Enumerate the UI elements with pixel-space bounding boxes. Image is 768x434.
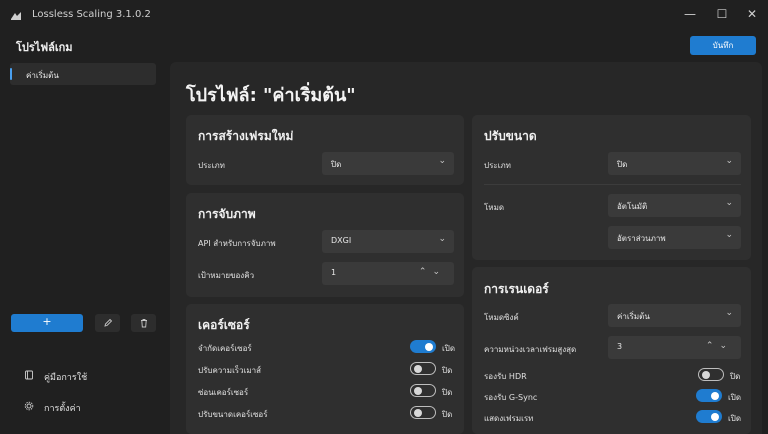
select-value: อัตราส่วนภาพ (617, 234, 666, 243)
scaling-type-label: ประเภท (484, 161, 511, 170)
book-icon (24, 370, 38, 383)
sidebar-link-guide[interactable]: คู่มือการใช้ (24, 370, 87, 384)
scaling-mode-select[interactable]: อัตโนมัติ ⌄ (608, 194, 741, 217)
sidebar-link-label: การตั้งค่า (44, 404, 81, 414)
chevron-down-icon: ⌄ (725, 156, 733, 166)
stepper-arrows-icon[interactable]: ⌃⌄ (419, 267, 446, 277)
maximize-button[interactable]: ☐ (708, 4, 736, 24)
stepper-value: 1 (331, 268, 337, 277)
frame-gen-type-select[interactable]: ปิด ⌄ (322, 152, 454, 175)
delete-profile-button[interactable] (131, 314, 156, 332)
selection-indicator (10, 68, 12, 80)
scaling-mode-label: โหมด (484, 203, 505, 212)
edit-profile-button[interactable] (95, 314, 120, 332)
chevron-down-icon: ⌄ (725, 198, 733, 208)
gear-icon (24, 401, 38, 414)
toggle-state: เปิด (442, 344, 456, 353)
sync-mode-label: โหมดซิงค์ (484, 313, 519, 322)
select-value: ปิด (331, 160, 342, 169)
toggle-knob (425, 342, 433, 351)
clip-cursor-toggle[interactable] (410, 340, 436, 353)
stepper-arrows-icon[interactable]: ⌃⌄ (706, 341, 733, 351)
toggle-state: ปิด (442, 366, 453, 375)
chevron-down-icon: ⌄ (725, 230, 733, 240)
page-title: โปรไฟล์: "ค่าเริ่มต้น" (186, 85, 356, 106)
adjust-mouse-speed-label: ปรับความเร็วเมาส์ (198, 366, 261, 375)
scaling-type-select[interactable]: ปิด ⌄ (608, 152, 741, 175)
toggle-state: ปิด (442, 410, 453, 419)
toggle-knob (414, 364, 422, 373)
hdr-support-label: รองรับ HDR (484, 372, 527, 381)
select-value: ปิด (617, 160, 628, 169)
divider (484, 184, 741, 185)
sidebar-link-label: คู่มือการใช้ (44, 373, 88, 383)
toggle-knob (414, 386, 422, 395)
toggle-state: ปิด (442, 388, 453, 397)
app-logo-icon (11, 12, 21, 20)
aspect-ratio-select[interactable]: อัตราส่วนภาพ ⌄ (608, 226, 741, 249)
adjust-mouse-speed-toggle[interactable] (410, 362, 436, 375)
toggle-knob (702, 370, 710, 379)
profile-label: ค่าเริ่มต้น (26, 71, 59, 80)
queue-target-label: เป้าหมายของคิว (198, 271, 255, 280)
frame-generation-title: การสร้างเฟรมใหม่ (198, 129, 294, 143)
show-framerate-toggle[interactable] (696, 410, 722, 423)
show-framerate-label: แสดงเฟรมเรท (484, 414, 534, 423)
capture-api-label: API สำหรับการจับภาพ (198, 239, 276, 248)
frame-gen-type-label: ประเภท (198, 161, 225, 170)
profile-item-default[interactable]: ค่าเริ่มต้น (10, 63, 156, 85)
hide-cursor-label: ซ่อนเคอร์เซอร์ (198, 388, 249, 397)
queue-target-stepper[interactable]: 1 ⌃⌄ (322, 262, 454, 285)
sync-mode-select[interactable]: ค่าเริ่มต้น ⌄ (608, 304, 741, 327)
sidebar-link-settings[interactable]: การตั้งค่า (24, 401, 81, 415)
toggle-knob (711, 391, 719, 400)
chevron-down-icon: ⌄ (725, 308, 733, 318)
add-profile-button[interactable]: + (11, 314, 83, 332)
close-button[interactable]: ✕ (738, 4, 766, 24)
clip-cursor-label: จำกัดเคอร์เซอร์ (198, 344, 252, 353)
toggle-state: เปิด (728, 414, 742, 423)
gsync-support-label: รองรับ G-Sync (484, 393, 538, 402)
section-title: โปรไฟล์เกม (16, 41, 73, 54)
select-value: ค่าเริ่มต้น (617, 312, 650, 321)
toggle-state: ปิด (730, 372, 741, 381)
minimize-button[interactable]: — (676, 4, 704, 24)
scale-cursor-label: ปรับขนาดเคอร์เซอร์ (198, 410, 268, 419)
select-value: อัตโนมัติ (617, 202, 648, 211)
trash-icon (140, 319, 147, 328)
toggle-knob (711, 412, 719, 421)
stepper-value: 3 (617, 342, 623, 351)
scaling-title: ปรับขนาด (484, 129, 537, 143)
save-button[interactable]: บันทึก (690, 36, 756, 55)
cursor-title: เคอร์เซอร์ (198, 318, 250, 332)
pencil-icon (103, 318, 112, 327)
max-frame-latency-stepper[interactable]: 3 ⌃⌄ (608, 336, 741, 359)
toggle-knob (414, 408, 422, 417)
window-title: Lossless Scaling 3.1.0.2 (32, 9, 151, 20)
scale-cursor-toggle[interactable] (410, 406, 436, 419)
chevron-down-icon: ⌄ (438, 156, 446, 166)
toggle-state: เปิด (728, 393, 742, 402)
select-value: DXGI (331, 236, 352, 245)
header-bar (0, 30, 768, 60)
gsync-support-toggle[interactable] (696, 389, 722, 402)
chevron-down-icon: ⌄ (438, 234, 446, 244)
hide-cursor-toggle[interactable] (410, 384, 436, 397)
capture-title: การจับภาพ (198, 207, 256, 221)
capture-api-select[interactable]: DXGI ⌄ (322, 230, 454, 253)
rendering-title: การเรนเดอร์ (484, 282, 549, 296)
max-frame-latency-label: ความหน่วงเวลาเฟรมสูงสุด (484, 345, 577, 354)
hdr-support-toggle[interactable] (698, 368, 724, 381)
